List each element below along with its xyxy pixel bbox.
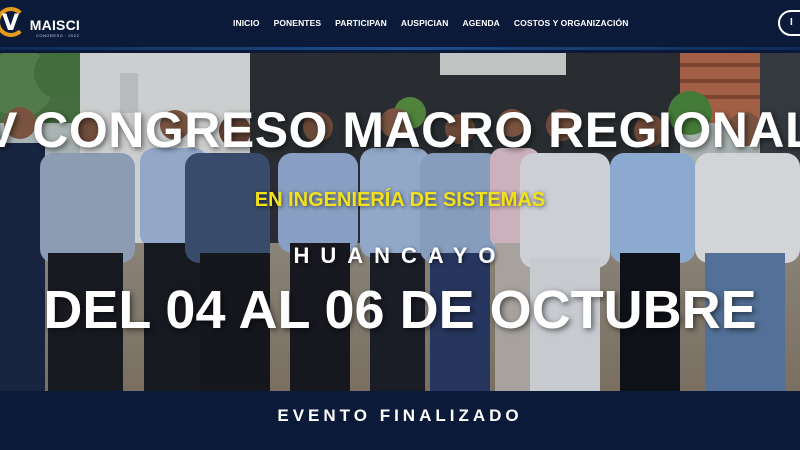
hero-title: V CONGRESO MACRO REGIONAL <box>0 102 800 158</box>
nav-link-inicio[interactable]: INICIO <box>226 18 267 28</box>
event-status-bar: EVENTO FINALIZADO <box>0 391 800 450</box>
event-status-label: EVENTO FINALIZADO <box>277 406 523 425</box>
logo-text: MAISCI <box>29 17 80 33</box>
top-navbar: V MAISCI CONGRESO · 2022 INICIO PONENTES… <box>0 0 800 50</box>
logo-tagline: CONGRESO · 2022 <box>36 33 80 38</box>
site-logo[interactable]: V MAISCI CONGRESO · 2022 <box>0 4 80 46</box>
nav-link-auspician[interactable]: AUSPICIAN <box>394 18 456 28</box>
main-menu: INICIO PONENTES PARTICIPAN AUSPICIAN AGE… <box>226 0 635 46</box>
nav-link-costos-organizacion[interactable]: COSTOS Y ORGANIZACIÓN <box>507 18 636 28</box>
header-action-button[interactable]: I <box>778 10 800 36</box>
hero-subtitle: EN INGENIERÍA DE SISTEMAS <box>254 189 546 211</box>
nav-link-ponentes[interactable]: PONENTES <box>267 18 329 28</box>
hero-city: HUANCAYO <box>293 243 507 268</box>
logo-letter: V <box>2 11 20 36</box>
hero-banner: V CONGRESO MACRO REGIONAL EN INGENIERÍA … <box>0 53 800 391</box>
nav-link-agenda[interactable]: AGENDA <box>455 18 506 28</box>
logo-emblem-icon: V <box>0 5 34 45</box>
hero-dates: DEL 04 AL 06 DE OCTUBRE <box>43 280 757 340</box>
nav-link-participan[interactable]: PARTICIPAN <box>328 18 394 28</box>
